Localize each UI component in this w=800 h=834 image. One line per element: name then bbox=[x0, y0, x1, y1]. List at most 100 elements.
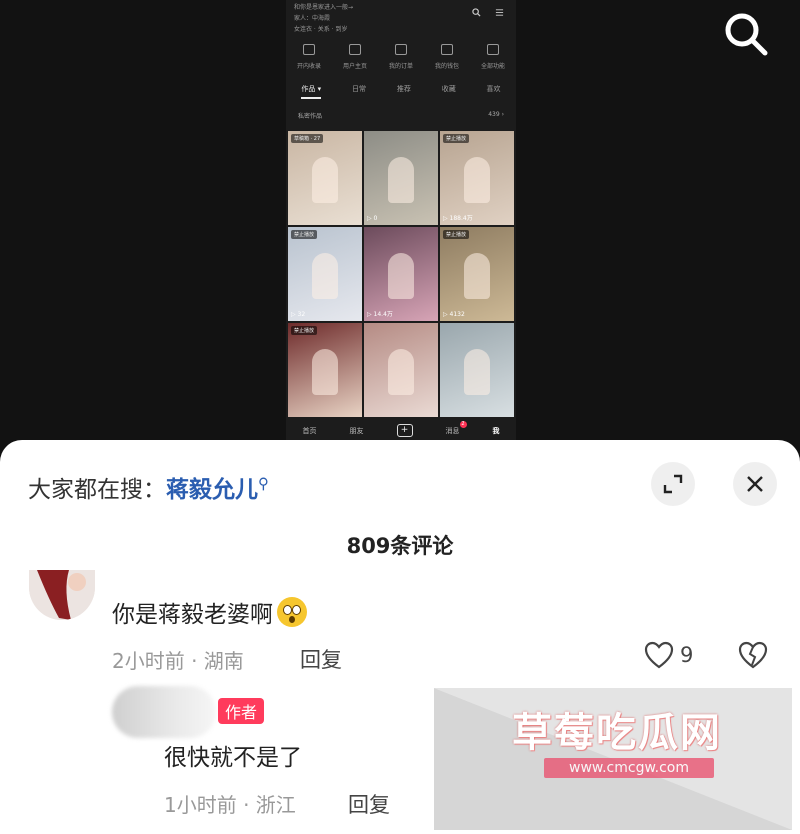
menu-icon[interactable] bbox=[495, 8, 504, 17]
comment-panel: 大家都在搜：蒋毅允儿⚲ 809条评论 你是蒋毅老婆啊 2小时前 · 湖南 回复 … bbox=[0, 440, 800, 834]
search-icon: ⚲ bbox=[258, 474, 269, 493]
reply-meta: 1小时前 · 浙江 bbox=[164, 793, 296, 817]
avatar[interactable] bbox=[112, 686, 216, 738]
profile-action-row: 开内收录 用户主页 我的订单 我的钱包 全部功能 bbox=[286, 44, 516, 70]
profile-header: 和你是恩家进入一般→ 家人：中海霞 女连衣 · 关系 · 到岁 bbox=[294, 2, 444, 35]
video-tile[interactable]: 草稿箱 · 27 bbox=[288, 131, 362, 225]
dislike-icon[interactable] bbox=[738, 640, 768, 670]
video-tile[interactable]: ▷ 14.4万 bbox=[364, 227, 438, 321]
action-icon bbox=[302, 44, 315, 55]
wallet-icon bbox=[440, 44, 453, 55]
action-label: 开内收录 bbox=[296, 63, 321, 70]
video-tile[interactable]: 禁止播放 bbox=[288, 323, 362, 417]
video-thumbnail bbox=[312, 253, 338, 299]
close-button[interactable] bbox=[733, 462, 777, 506]
expand-icon bbox=[663, 474, 683, 494]
nav-messages-label: 消息 bbox=[445, 426, 460, 435]
action-label: 我的钱包 bbox=[434, 63, 459, 70]
tile-badge: 禁止播放 bbox=[291, 326, 318, 335]
profile-header-line: 女连衣 · 关系 · 到岁 bbox=[294, 26, 348, 33]
action-label: 全部功能 bbox=[480, 63, 505, 70]
embedded-profile-screenshot: 和你是恩家进入一般→ 家人：中海霞 女连衣 · 关系 · 到岁 开内收录 用户主… bbox=[286, 0, 516, 440]
nav-messages[interactable]: 消息 2 bbox=[445, 420, 467, 436]
private-works-row[interactable]: 私密作品 439 › bbox=[298, 111, 504, 120]
like-count: 9 bbox=[680, 643, 694, 667]
bottom-nav: 首页 朋友 + 消息 2 我 bbox=[286, 420, 516, 440]
tile-play-count: ▷ 14.4万 bbox=[367, 311, 393, 318]
tab-recommend[interactable]: 推荐 bbox=[397, 84, 411, 99]
action-label: 我的订单 bbox=[388, 63, 413, 70]
video-tile[interactable] bbox=[440, 323, 514, 417]
search-suggestion-keyword[interactable]: 蒋毅允儿 bbox=[166, 477, 258, 503]
reply-text: 很快就不是了 bbox=[164, 745, 302, 771]
search-icon[interactable] bbox=[722, 10, 770, 58]
profile-action[interactable]: 全部功能 bbox=[481, 44, 505, 70]
close-icon bbox=[747, 476, 763, 492]
reply-button[interactable]: 回复 bbox=[348, 789, 390, 819]
message-count-badge: 2 bbox=[459, 420, 467, 428]
profile-action[interactable]: 我的钱包 bbox=[435, 44, 459, 70]
tile-play-count: ▷ 0 bbox=[367, 215, 378, 222]
tab-favorites[interactable]: 收藏 bbox=[442, 84, 456, 99]
video-tile[interactable]: 禁止播放 ▷ 188.4万 bbox=[440, 131, 514, 225]
tile-play-count: ▷ 4132 bbox=[443, 311, 465, 318]
tile-badge: 禁止播放 bbox=[443, 230, 470, 239]
tile-badge: 禁止播放 bbox=[443, 134, 470, 143]
video-thumbnail bbox=[464, 349, 490, 395]
comment-text-content: 你是蒋毅老婆啊 bbox=[112, 602, 273, 628]
profile-header-line: 家人：中海霞 bbox=[294, 15, 331, 22]
video-background: 和你是恩家进入一般→ 家人：中海霞 女连衣 · 关系 · 到岁 开内收录 用户主… bbox=[0, 0, 800, 450]
tab-likes[interactable]: 喜欢 bbox=[487, 84, 501, 99]
video-tile[interactable] bbox=[364, 323, 438, 417]
tile-badge: 草稿箱 · 27 bbox=[291, 134, 324, 143]
comment-meta: 2小时前 · 湖南 bbox=[112, 649, 244, 673]
video-tile[interactable]: 禁止播放 ▷ 4132 bbox=[440, 227, 514, 321]
search-suggestion[interactable]: 大家都在搜：蒋毅允儿⚲ bbox=[28, 470, 269, 504]
tab-works[interactable]: 作品 ▾ bbox=[301, 84, 322, 99]
video-tile[interactable]: 禁止播放 ▷ 32 bbox=[288, 227, 362, 321]
nav-me[interactable]: 我 bbox=[493, 426, 500, 436]
expand-button[interactable] bbox=[651, 462, 695, 506]
private-works-count: 439 › bbox=[488, 111, 504, 118]
cart-icon bbox=[394, 44, 407, 55]
surprised-emoji-icon bbox=[277, 597, 307, 627]
watermark-url: www.cmcgw.com bbox=[544, 758, 714, 778]
profile-header-icons bbox=[472, 8, 504, 17]
grid-icon bbox=[486, 44, 499, 55]
tile-play-count: ▷ 32 bbox=[291, 311, 306, 318]
tab-daily[interactable]: 日常 bbox=[352, 84, 366, 99]
nav-home[interactable]: 首页 bbox=[303, 426, 317, 436]
video-thumbnail bbox=[464, 157, 490, 203]
video-thumbnail bbox=[312, 349, 338, 395]
profile-action[interactable]: 开内收录 bbox=[297, 44, 321, 70]
profile-action[interactable]: 用户主页 bbox=[343, 44, 367, 70]
tile-badge: 禁止播放 bbox=[291, 230, 318, 239]
video-grid: 草稿箱 · 27 ▷ 0 禁止播放 ▷ 188.4万 禁止播放 ▷ 32 ▷ 14.4万 禁止… bbox=[288, 131, 514, 421]
video-thumbnail bbox=[388, 157, 414, 203]
profile-action[interactable]: 我的订单 bbox=[389, 44, 413, 70]
video-thumbnail bbox=[312, 157, 338, 203]
nav-create-button[interactable]: + bbox=[396, 424, 413, 437]
reply-button[interactable]: 回复 bbox=[300, 644, 342, 674]
comment-text: 你是蒋毅老婆啊 bbox=[112, 595, 307, 629]
comment-count-title: 809条评论 bbox=[346, 534, 454, 558]
profile-header-line: 和你是恩家进入一般→ bbox=[294, 4, 354, 11]
action-icon bbox=[348, 44, 361, 55]
video-tile[interactable]: ▷ 0 bbox=[364, 131, 438, 225]
watermark: 草莓吃瓜网 www.cmcgw.com bbox=[434, 688, 792, 830]
search-icon[interactable] bbox=[472, 8, 481, 17]
search-suggestion-prefix: 大家都在搜： bbox=[28, 477, 166, 503]
video-thumbnail bbox=[388, 349, 414, 395]
author-badge: 作者 bbox=[218, 698, 265, 724]
profile-tabs: 作品 ▾ 日常 推荐 收藏 喜欢 bbox=[286, 84, 516, 99]
nav-friends[interactable]: 朋友 bbox=[350, 426, 364, 436]
action-label: 用户主页 bbox=[342, 63, 367, 70]
private-works-label: 私密作品 bbox=[298, 113, 323, 120]
avatar-image bbox=[29, 570, 95, 620]
heart-icon bbox=[644, 641, 674, 669]
video-thumbnail bbox=[464, 253, 490, 299]
tile-play-count: ▷ 188.4万 bbox=[443, 215, 473, 222]
avatar[interactable] bbox=[29, 570, 95, 620]
like-button[interactable]: 9 bbox=[644, 641, 693, 669]
video-thumbnail bbox=[388, 253, 414, 299]
